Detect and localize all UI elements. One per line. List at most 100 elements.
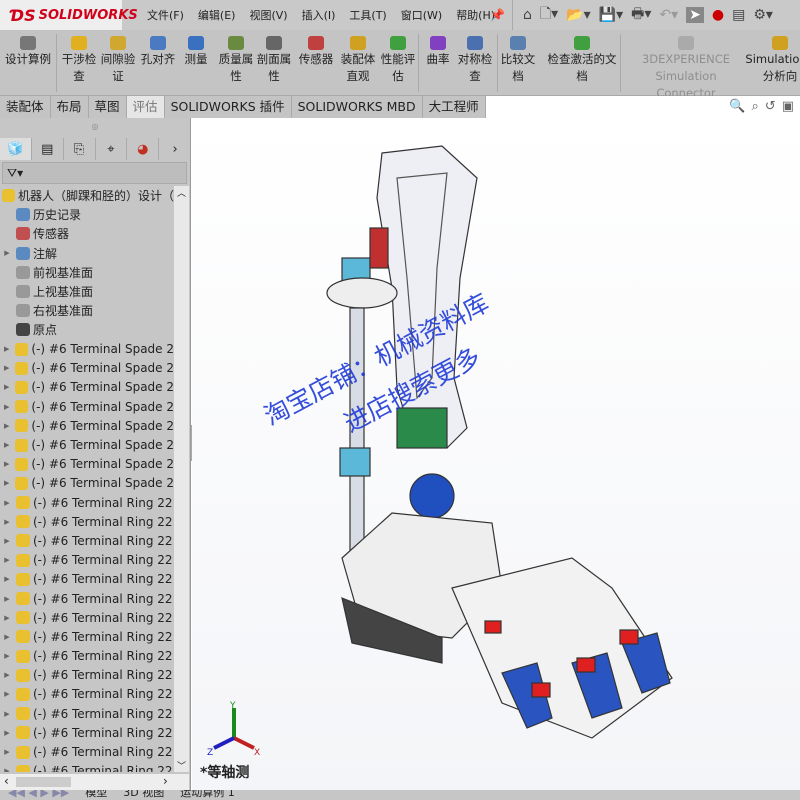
tree-item[interactable]: ▶ (-) #6 Terminal Ring 22	[0, 493, 174, 512]
display-manager-tab-icon[interactable]: ◕	[127, 138, 160, 160]
tree-item[interactable]: ▶ (-) #6 Terminal Ring 22	[0, 647, 174, 666]
tree-item[interactable]: 传感器	[0, 224, 174, 243]
expand-arrow-icon[interactable]: ▶	[2, 345, 11, 353]
expand-arrow-icon[interactable]: ▶	[2, 652, 12, 660]
tree-filter[interactable]: ⛛▾	[2, 162, 187, 184]
section-view-icon[interactable]: ▣	[782, 99, 794, 114]
tree-item[interactable]: ▶ (-) #6 Terminal Ring 22	[0, 570, 174, 589]
ribbon-button[interactable]: 曲率	[424, 34, 452, 68]
tree-item[interactable]: ▶ (-) #6 Terminal Ring 22	[0, 742, 174, 761]
tree-item[interactable]: ▶ 注解	[0, 244, 174, 263]
expand-arrow-icon[interactable]: ▶	[2, 422, 11, 430]
ribbon-button[interactable]: 检查激活的文档	[543, 34, 621, 85]
ribbon-button[interactable]: 孔对齐	[138, 34, 178, 68]
expand-arrow-icon[interactable]: ▶	[2, 383, 11, 391]
tree-item[interactable]: ▶ (-) #6 Terminal Spade 2	[0, 416, 174, 435]
expand-arrow-icon[interactable]: ▶	[2, 595, 12, 603]
tree-item[interactable]: ▶ (-) #6 Terminal Ring 22	[0, 608, 174, 627]
pin-icon[interactable]: 📌	[490, 8, 505, 22]
zoom-area-icon[interactable]: ⌕	[752, 99, 759, 114]
expand-arrow-icon[interactable]: ▶	[2, 479, 11, 487]
expand-arrow-icon[interactable]: ▶	[2, 690, 12, 698]
expand-arrow-icon[interactable]: ▶	[2, 537, 12, 545]
expand-arrow-icon[interactable]: ▶	[2, 633, 12, 641]
ribbon-button[interactable]: 剖面属性	[254, 34, 294, 85]
ribbon-button[interactable]: 质量属性	[216, 34, 256, 85]
ribbon-button[interactable]: 测量	[181, 34, 211, 68]
feature-manager-tab-icon[interactable]: 🧊	[0, 138, 32, 160]
graphics-viewport[interactable]: Y X Z 淘宝店铺：机械资料库 进店搜索更多 *等轴测	[192, 118, 800, 790]
scroll-thumb[interactable]	[16, 777, 71, 787]
ribbon-button[interactable]: 比较文档	[500, 34, 536, 85]
expand-arrow-icon[interactable]: ▶	[2, 460, 11, 468]
expand-arrow-icon[interactable]: ▶	[2, 556, 12, 564]
panel-collapse-handle[interactable]: ◎	[0, 118, 190, 136]
property-manager-tab-icon[interactable]: ▤	[32, 138, 64, 160]
menu-item[interactable]: 工具(T)	[342, 7, 393, 23]
tree-item[interactable]: 历史记录	[0, 205, 174, 224]
tree-item[interactable]: ▶ (-) #6 Terminal Spade 2	[0, 455, 174, 474]
tree-item[interactable]: ▶ (-) #6 Terminal Spade 2	[0, 378, 174, 397]
bottom-tab-0[interactable]: 模型	[77, 790, 115, 800]
expand-arrow-icon[interactable]: ▶	[2, 710, 12, 718]
tree-item[interactable]: ▶ (-) #6 Terminal Spade 2	[0, 397, 174, 416]
tab-6[interactable]: 大工程师	[422, 96, 486, 118]
expand-arrow-icon[interactable]: ▶	[2, 518, 12, 526]
tree-item[interactable]: ▶ (-) #6 Terminal Ring 22	[0, 531, 174, 550]
ribbon-button[interactable]: 间隙验证	[98, 34, 138, 85]
expand-arrow-icon[interactable]: ▶	[2, 249, 12, 257]
expand-arrow-icon[interactable]: ▶	[2, 729, 12, 737]
ribbon-button[interactable]: 干涉检查	[60, 34, 98, 85]
expand-arrow-icon[interactable]: ▶	[2, 441, 11, 449]
ribbon-button[interactable]: 装配体 直观	[338, 34, 378, 85]
dimxpert-tab-icon[interactable]: ⌖	[96, 138, 128, 160]
expand-arrow-icon[interactable]: ▶	[2, 748, 12, 756]
tab-0[interactable]: 装配体	[0, 96, 51, 118]
tree-item[interactable]: ▶ (-) #6 Terminal Ring 22	[0, 551, 174, 570]
menu-item[interactable]: 视图(V)	[242, 7, 294, 23]
simulationxpress-button[interactable]: SimulationX 分析向	[745, 34, 800, 85]
save-icon[interactable]: 💾▾	[599, 7, 623, 23]
options-gear-icon[interactable]: ⚙▾	[753, 7, 773, 23]
menu-item[interactable]: 窗口(W)	[394, 7, 449, 23]
menu-item[interactable]: 编辑(E)	[191, 7, 243, 23]
expand-arrow-icon[interactable]: ▶	[2, 767, 12, 772]
expand-arrow-icon[interactable]: ▶	[2, 575, 12, 583]
tree-item[interactable]: ▶ (-) #6 Terminal Ring 22	[0, 685, 174, 704]
tree-item[interactable]: ▶ (-) #6 Terminal Ring 22	[0, 704, 174, 723]
tree-item[interactable]: ▶ (-) #6 Terminal Spade 2	[0, 435, 174, 454]
menu-item[interactable]: 文件(F)	[140, 7, 191, 23]
ribbon-button[interactable]: 传感器	[296, 34, 336, 68]
expand-arrow-icon[interactable]: ▶	[2, 499, 12, 507]
tree-item[interactable]: ▶ (-) #6 Terminal Ring 22	[0, 627, 174, 646]
more-tabs-chevron-icon[interactable]: ›	[159, 138, 191, 160]
bottom-tab-2[interactable]: 运动算例 1	[172, 790, 243, 800]
new-document-icon[interactable]: 🗋▾	[540, 3, 558, 27]
select-icon[interactable]: ➤	[686, 7, 704, 23]
tab-5[interactable]: SOLIDWORKS MBD	[291, 96, 423, 118]
expand-arrow-icon[interactable]: ▶	[2, 403, 11, 411]
tab-1[interactable]: 布局	[50, 96, 89, 118]
scroll-up-icon[interactable]: ︿	[174, 186, 189, 199]
tree-item[interactable]: 前视基准面	[0, 263, 174, 282]
zoom-to-fit-icon[interactable]: 🔍	[729, 99, 745, 114]
tree-item[interactable]: 右视基准面	[0, 301, 174, 320]
solidworks-logo[interactable]: ƊS SOLIDWORKS	[0, 0, 138, 30]
ribbon-button[interactable]: 性能评估	[380, 34, 416, 85]
tree-horizontal-scrollbar[interactable]: ‹ ›	[0, 774, 189, 790]
expand-arrow-icon[interactable]: ▶	[2, 614, 12, 622]
rebuild-icon[interactable]: ●	[712, 7, 724, 23]
scroll-down-icon[interactable]: ﹀	[174, 759, 189, 772]
tree-item[interactable]: 上视基准面	[0, 282, 174, 301]
scroll-right-icon[interactable]: ›	[163, 774, 168, 788]
tree-item[interactable]: ▶ (-) #6 Terminal Spade 2	[0, 340, 174, 359]
scroll-left-icon[interactable]: ‹	[4, 774, 9, 788]
tree-item[interactable]: ▶ (-) #6 Terminal Ring 22	[0, 762, 174, 772]
expand-arrow-icon[interactable]: ▶	[2, 364, 11, 372]
tree-root[interactable]: 机器人（脚踝和胫的）设计（	[0, 186, 174, 205]
tree-item[interactable]: ▶ (-) #6 Terminal Ring 22	[0, 666, 174, 685]
tab-2[interactable]: 草图	[88, 96, 127, 118]
ribbon-button[interactable]: 设计算例	[2, 34, 54, 68]
bottom-tab-1[interactable]: 3D 视图	[115, 790, 172, 800]
configuration-manager-tab-icon[interactable]: ⎘	[64, 138, 96, 160]
